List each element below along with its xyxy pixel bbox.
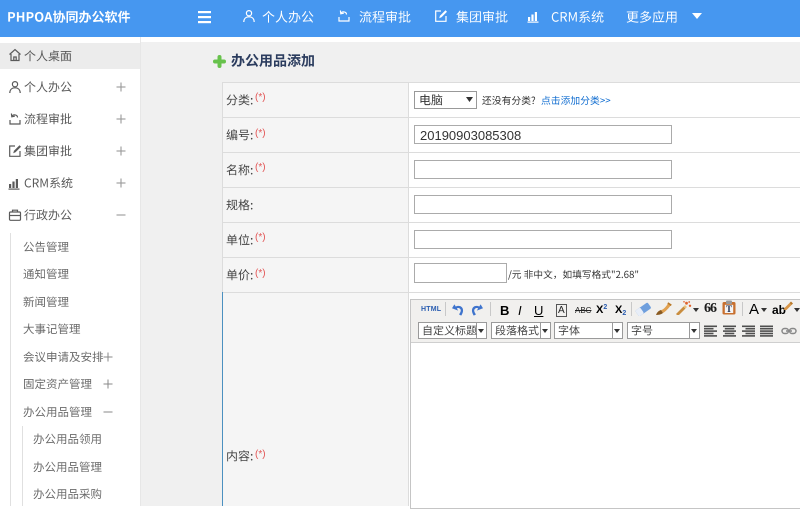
svg-text:T: T — [726, 304, 732, 314]
